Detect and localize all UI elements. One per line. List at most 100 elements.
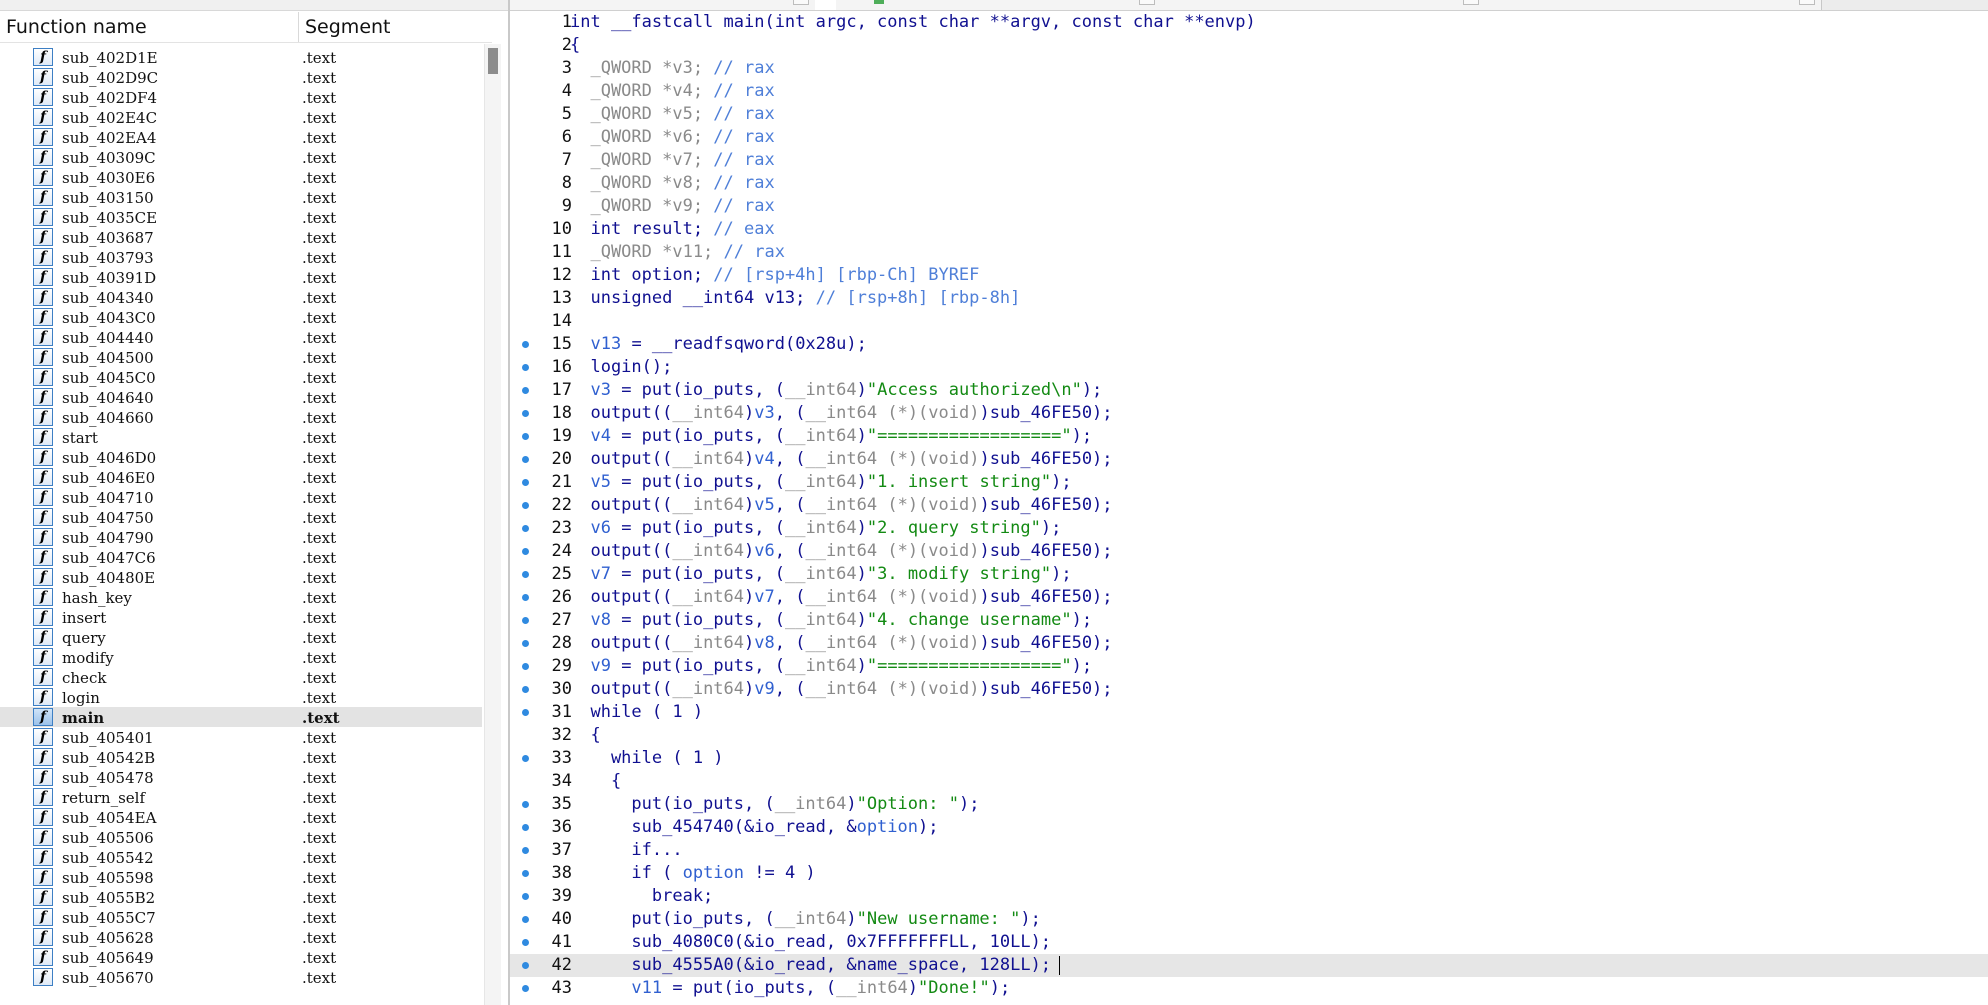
code-text[interactable]: {: [570, 725, 600, 745]
function-row[interactable]: f sub_405542 .text: [0, 847, 482, 867]
code-text[interactable]: _QWORD *v8; // rax: [570, 173, 774, 193]
function-row[interactable]: f hash_key .text: [0, 587, 482, 607]
function-row[interactable]: f query .text: [0, 627, 482, 647]
code-line[interactable]: 39 break;: [510, 885, 1988, 908]
function-row[interactable]: f insert .text: [0, 607, 482, 627]
code-text[interactable]: v7 = put(io_puts, (__int64)"3. modify st…: [570, 564, 1071, 584]
code-text[interactable]: v5 = put(io_puts, (__int64)"1. insert st…: [570, 472, 1071, 492]
code-line[interactable]: 40 put(io_puts, (__int64)"New username: …: [510, 908, 1988, 931]
code-text[interactable]: v9 = put(io_puts, (__int64)"============…: [570, 656, 1092, 676]
function-row[interactable]: f check .text: [0, 667, 482, 687]
line-marker-dot[interactable]: [522, 433, 529, 440]
line-marker-dot[interactable]: [522, 525, 529, 532]
line-marker-dot[interactable]: [522, 594, 529, 601]
code-text[interactable]: output((__int64)v9, (__int64 (*)(void))s…: [570, 679, 1112, 699]
code-text[interactable]: login();: [570, 357, 672, 377]
code-text[interactable]: if...: [570, 840, 682, 860]
code-text[interactable]: output((__int64)v8, (__int64 (*)(void))s…: [570, 633, 1112, 653]
code-text[interactable]: sub_454740(&io_read, &option);: [570, 817, 938, 837]
code-line[interactable]: 9 _QWORD *v9; // rax: [510, 195, 1988, 218]
code-text[interactable]: _QWORD *v3; // rax: [570, 58, 774, 78]
line-marker-dot[interactable]: [522, 824, 529, 831]
code-line[interactable]: 34 {: [510, 770, 1988, 793]
function-row[interactable]: f return_self .text: [0, 787, 482, 807]
function-row[interactable]: f sub_4035CE .text: [0, 207, 482, 227]
code-line[interactable]: 10 int result; // eax: [510, 218, 1988, 241]
line-marker-dot[interactable]: [522, 663, 529, 670]
function-row[interactable]: f sub_402E4C .text: [0, 107, 482, 127]
code-line[interactable]: 5 _QWORD *v5; // rax: [510, 103, 1988, 126]
line-marker-dot[interactable]: [522, 479, 529, 486]
column-header-segment[interactable]: Segment: [305, 16, 391, 38]
functions-list-scrollbar[interactable]: [484, 44, 501, 1005]
code-text[interactable]: output((__int64)v3, (__int64 (*)(void))s…: [570, 403, 1112, 423]
code-text[interactable]: output((__int64)v7, (__int64 (*)(void))s…: [570, 587, 1112, 607]
code-line[interactable]: 27 v8 = put(io_puts, (__int64)"4. change…: [510, 609, 1988, 632]
function-row[interactable]: f sub_405401 .text: [0, 727, 482, 747]
line-marker-dot[interactable]: [522, 617, 529, 624]
line-marker-dot[interactable]: [522, 870, 529, 877]
code-text[interactable]: while ( 1 ): [570, 702, 703, 722]
function-row[interactable]: f sub_4043C0 .text: [0, 307, 482, 327]
code-text[interactable]: _QWORD *v7; // rax: [570, 150, 774, 170]
code-line[interactable]: 12 int option; // [rsp+4h] [rbp-Ch] BYRE…: [510, 264, 1988, 287]
code-line[interactable]: 7 _QWORD *v7; // rax: [510, 149, 1988, 172]
function-row[interactable]: f sub_404750 .text: [0, 507, 482, 527]
code-line[interactable]: 26 output((__int64)v7, (__int64 (*)(void…: [510, 586, 1988, 609]
code-line[interactable]: 14: [510, 310, 1988, 333]
line-marker-dot[interactable]: [522, 502, 529, 509]
code-text[interactable]: _QWORD *v9; // rax: [570, 196, 774, 216]
function-row[interactable]: f sub_4055C7 .text: [0, 907, 482, 927]
code-line[interactable]: 30 output((__int64)v9, (__int64 (*)(void…: [510, 678, 1988, 701]
code-text[interactable]: put(io_puts, (__int64)"New username: ");: [570, 909, 1040, 929]
function-row[interactable]: f sub_402D9C .text: [0, 67, 482, 87]
line-marker-dot[interactable]: [522, 893, 529, 900]
line-marker-dot[interactable]: [522, 939, 529, 946]
function-row[interactable]: f sub_404500 .text: [0, 347, 482, 367]
function-row[interactable]: f sub_403793 .text: [0, 247, 482, 267]
code-text[interactable]: _QWORD *v6; // rax: [570, 127, 774, 147]
code-text[interactable]: output((__int64)v6, (__int64 (*)(void))s…: [570, 541, 1112, 561]
line-marker-dot[interactable]: [522, 548, 529, 555]
code-line[interactable]: 16 login();: [510, 356, 1988, 379]
function-row[interactable]: f start .text: [0, 427, 482, 447]
code-line[interactable]: 21 v5 = put(io_puts, (__int64)"1. insert…: [510, 471, 1988, 494]
code-text[interactable]: v3 = put(io_puts, (__int64)"Access autho…: [570, 380, 1102, 400]
function-row[interactable]: f main .text: [0, 707, 482, 727]
code-text[interactable]: v4 = put(io_puts, (__int64)"============…: [570, 426, 1092, 446]
line-marker-dot[interactable]: [522, 640, 529, 647]
code-text[interactable]: sub_4080C0(&io_read, 0x7FFFFFFFLL, 10LL)…: [570, 932, 1051, 952]
code-text[interactable]: put(io_puts, (__int64)"Option: ");: [570, 794, 979, 814]
code-line[interactable]: 36 sub_454740(&io_read, &option);: [510, 816, 1988, 839]
code-line[interactable]: 20 output((__int64)v4, (__int64 (*)(void…: [510, 448, 1988, 471]
code-line[interactable]: 3 _QWORD *v3; // rax: [510, 57, 1988, 80]
function-row[interactable]: f sub_404440 .text: [0, 327, 482, 347]
line-marker-dot[interactable]: [522, 364, 529, 371]
code-line[interactable]: 13 unsigned __int64 v13; // [rsp+8h] [rb…: [510, 287, 1988, 310]
function-row[interactable]: f sub_4046E0 .text: [0, 467, 482, 487]
close-tab-icon[interactable]: [1799, 0, 1815, 5]
tab-5[interactable]: [1485, 0, 1822, 10]
code-line[interactable]: 1 int __fastcall main(int argc, const cha…: [510, 11, 1988, 34]
line-marker-dot[interactable]: [522, 686, 529, 693]
line-marker-dot[interactable]: [522, 962, 529, 969]
function-row[interactable]: f sub_404660 .text: [0, 407, 482, 427]
tab-1[interactable]: [510, 0, 816, 10]
code-line[interactable]: 6 _QWORD *v6; // rax: [510, 126, 1988, 149]
line-marker-dot[interactable]: [522, 801, 529, 808]
code-line[interactable]: 22 output((__int64)v5, (__int64 (*)(void…: [510, 494, 1988, 517]
line-marker-dot[interactable]: [522, 456, 529, 463]
scrollbar-thumb[interactable]: [488, 48, 498, 74]
close-tab-icon[interactable]: [793, 0, 809, 5]
pseudocode-view[interactable]: 1 int __fastcall main(int argc, const cha…: [510, 11, 1988, 1005]
function-row[interactable]: f sub_4054EA .text: [0, 807, 482, 827]
function-row[interactable]: f sub_405649 .text: [0, 947, 482, 967]
code-text[interactable]: {: [570, 35, 580, 55]
function-row[interactable]: f sub_4030E6 .text: [0, 167, 482, 187]
function-row[interactable]: f sub_402D1E .text: [0, 47, 482, 67]
code-line[interactable]: 37 if...: [510, 839, 1988, 862]
function-row[interactable]: f sub_40480E .text: [0, 567, 482, 587]
column-divider[interactable]: [298, 12, 299, 42]
code-line[interactable]: 11 _QWORD *v11; // rax: [510, 241, 1988, 264]
code-text[interactable]: sub_4555A0(&io_read, &name_space, 128LL)…: [570, 955, 1051, 975]
